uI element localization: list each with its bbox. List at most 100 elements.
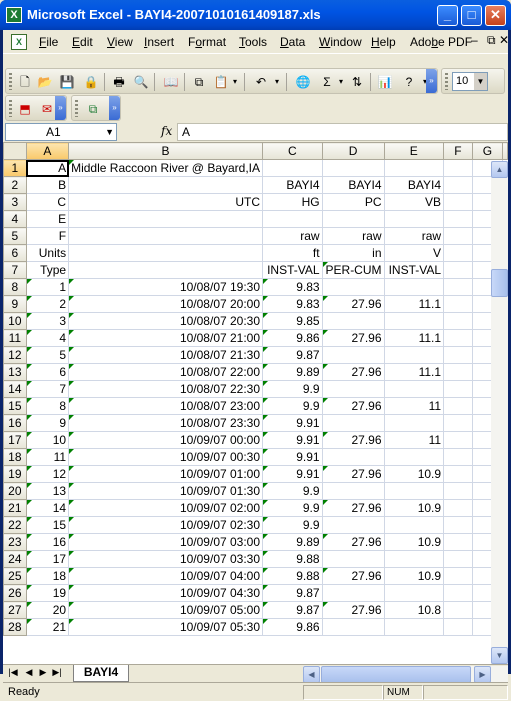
cell-c4[interactable] — [262, 210, 323, 228]
cell-e3[interactable]: VB — [383, 193, 445, 211]
cell-c7[interactable]: INST-VAL — [262, 261, 323, 279]
cell-c14[interactable]: 9.9 — [262, 380, 323, 398]
new-document-icon[interactable]: 🗋 — [16, 73, 34, 91]
menu-help[interactable]: Help — [371, 35, 396, 49]
empty-cell[interactable] — [443, 261, 473, 279]
print-icon[interactable]: 🖶 — [110, 73, 128, 91]
vertical-scroll-thumb[interactable] — [491, 269, 508, 297]
maximize-button[interactable]: □ — [461, 5, 482, 26]
cell-b23[interactable]: 10/09/07 03:00 — [68, 533, 264, 551]
cell-b3[interactable]: UTC — [68, 193, 264, 211]
scroll-right-icon[interactable]: ▶ — [474, 666, 491, 683]
permission-icon[interactable]: 🔒 — [82, 73, 100, 91]
cell-d12[interactable] — [321, 346, 385, 364]
cell-b19[interactable]: 10/09/07 01:00 — [68, 465, 264, 483]
cell-c25[interactable]: 9.88 — [262, 567, 323, 585]
pdf-email-icon[interactable]: ✉ — [38, 100, 56, 118]
toolbar-options-icon[interactable]: » — [426, 69, 437, 93]
column-header[interactable]: G — [471, 142, 504, 160]
workbook-close-icon[interactable]: ✕ — [499, 33, 509, 47]
cell-b27[interactable]: 10/09/07 05:00 — [68, 601, 264, 619]
cell-e18[interactable] — [383, 448, 445, 466]
cell-b18[interactable]: 10/09/07 00:30 — [68, 448, 264, 466]
cell-a1[interactable]: A — [25, 159, 70, 177]
row-header[interactable]: 23 — [3, 533, 27, 551]
save-icon[interactable]: 💾 — [58, 73, 76, 91]
first-sheet-icon[interactable]: |◀ — [7, 667, 19, 678]
cell-e27[interactable]: 10.8 — [383, 601, 445, 619]
cell-d10[interactable] — [321, 312, 385, 330]
cell-d20[interactable] — [321, 482, 385, 500]
cell-e7[interactable]: INST-VAL — [383, 261, 445, 279]
cell-d16[interactable] — [321, 414, 385, 432]
sort-ascending-icon[interactable]: ⇅ — [348, 73, 366, 91]
cell-a3[interactable]: C — [25, 193, 70, 211]
row-header[interactable]: 15 — [3, 397, 27, 415]
menu-view[interactable]: View — [107, 35, 133, 49]
empty-cell[interactable] — [443, 159, 473, 177]
empty-cell[interactable] — [443, 346, 473, 364]
row-header[interactable]: 8 — [3, 278, 27, 296]
chevron-down-icon[interactable]: ▼ — [105, 124, 114, 140]
column-header[interactable]: E — [383, 142, 445, 160]
cell-b21[interactable]: 10/09/07 02:00 — [68, 499, 264, 517]
cell-d8[interactable] — [321, 278, 385, 296]
cell-b8[interactable]: 10/08/07 19:30 — [68, 278, 264, 296]
cell-c28[interactable]: 9.86 — [262, 618, 323, 636]
row-header[interactable]: 26 — [3, 584, 27, 602]
empty-cell[interactable] — [443, 278, 473, 296]
cell-e24[interactable] — [383, 550, 445, 568]
cell-d13[interactable]: 27.96 — [321, 363, 385, 381]
cell-c3[interactable]: HG — [262, 193, 323, 211]
cell-c19[interactable]: 9.91 — [262, 465, 323, 483]
row-header[interactable]: 6 — [3, 244, 27, 262]
worksheet-grid[interactable]: ABCDEFG 1 A Middle Raccoon River @ Bayard,… — [3, 142, 508, 664]
autosum-dropdown-icon[interactable]: ▾ — [336, 73, 346, 91]
cell-e14[interactable] — [383, 380, 445, 398]
column-header[interactable] — [502, 142, 508, 160]
empty-cell[interactable] — [443, 550, 473, 568]
empty-cell[interactable] — [443, 567, 473, 585]
empty-cell[interactable] — [443, 431, 473, 449]
cell-c12[interactable]: 9.87 — [262, 346, 323, 364]
cell-d22[interactable] — [321, 516, 385, 534]
menu-edit[interactable]: Edit — [72, 35, 93, 49]
row-header[interactable]: 10 — [3, 312, 27, 330]
empty-cell[interactable] — [443, 193, 473, 211]
cell-c27[interactable]: 9.87 — [262, 601, 323, 619]
empty-cell[interactable] — [443, 397, 473, 415]
font-size-select[interactable]: 10 ▼ — [452, 72, 488, 91]
research-icon[interactable]: 📖 — [162, 73, 180, 91]
cell-c18[interactable]: 9.91 — [262, 448, 323, 466]
cell-c22[interactable]: 9.9 — [262, 516, 323, 534]
cell-a20[interactable]: 13 — [25, 482, 70, 500]
cell-a28[interactable]: 21 — [25, 618, 70, 636]
row-header[interactable]: 28 — [3, 618, 27, 636]
row-header[interactable]: 18 — [3, 448, 27, 466]
cell-b28[interactable]: 10/09/07 05:30 — [68, 618, 264, 636]
toolbar-grip[interactable] — [9, 73, 12, 90]
menu-insert[interactable]: Insert — [144, 35, 174, 49]
formula-input[interactable]: A — [177, 123, 508, 141]
print-preview-icon[interactable]: 🔍 — [132, 73, 150, 91]
cell-e17[interactable]: 11 — [383, 431, 445, 449]
toolbar-options-icon[interactable]: » — [109, 96, 120, 120]
scroll-down-icon[interactable]: ▼ — [491, 647, 508, 664]
vertical-scrollbar[interactable]: ▲ ▼ — [491, 161, 508, 664]
cell-e12[interactable] — [383, 346, 445, 364]
cell-c23[interactable]: 9.89 — [262, 533, 323, 551]
cell-e21[interactable]: 10.9 — [383, 499, 445, 517]
cell-c8[interactable]: 9.83 — [262, 278, 323, 296]
cell-e25[interactable]: 10.9 — [383, 567, 445, 585]
empty-cell[interactable] — [443, 465, 473, 483]
cell-c10[interactable]: 9.85 — [262, 312, 323, 330]
cell-c15[interactable]: 9.9 — [262, 397, 323, 415]
cell-d2[interactable]: BAYI4 — [321, 176, 385, 194]
empty-cell[interactable] — [443, 210, 473, 228]
chart-wizard-icon[interactable]: 📊 — [376, 73, 394, 91]
select-all-corner[interactable] — [3, 142, 27, 160]
empty-cell[interactable] — [443, 244, 473, 262]
column-header[interactable]: B — [68, 142, 264, 160]
cell-e10[interactable] — [383, 312, 445, 330]
open-folder-icon[interactable]: 📂 — [36, 73, 54, 91]
